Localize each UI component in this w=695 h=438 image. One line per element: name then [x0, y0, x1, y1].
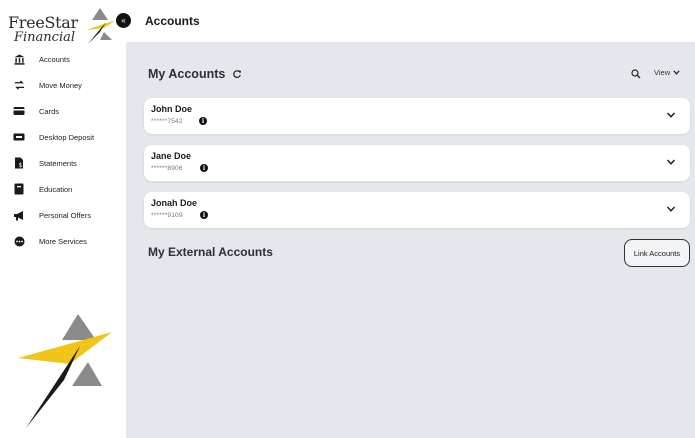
- logo-star-icon: [86, 8, 116, 44]
- sidebar-item-accounts[interactable]: Accounts: [0, 48, 126, 70]
- account-card[interactable]: Jane Doe ******8906 i: [144, 145, 690, 181]
- sidebar-item-label: Accounts: [39, 54, 70, 64]
- sidebar-item-label: Statements: [39, 158, 77, 168]
- account-number: ******8906: [151, 165, 183, 172]
- link-accounts-button[interactable]: Link Accounts: [624, 239, 690, 267]
- more-icon: [13, 235, 25, 247]
- statements-icon: $: [13, 157, 25, 169]
- sidebar: FreeStar Financial « Accounts Move Money: [0, 0, 131, 438]
- sidebar-item-label: Personal Offers: [39, 210, 91, 220]
- search-icon[interactable]: [631, 69, 641, 79]
- view-label: View: [654, 68, 671, 77]
- chevron-down-icon: [673, 70, 680, 75]
- my-accounts-heading: My Accounts: [148, 67, 226, 81]
- brand-star-graphic: [18, 314, 112, 428]
- account-card[interactable]: John Doe ******7542 i: [144, 98, 690, 134]
- collapse-sidebar-button[interactable]: «: [116, 13, 131, 28]
- card-icon: [13, 105, 25, 117]
- info-icon[interactable]: i: [200, 164, 208, 172]
- svg-text:$: $: [18, 162, 22, 169]
- account-holder-name: John Doe: [151, 104, 193, 114]
- sidebar-item-label: Desktop Deposit: [39, 132, 95, 142]
- chevron-down-icon[interactable]: [666, 158, 676, 166]
- info-icon[interactable]: i: [200, 211, 208, 219]
- sidebar-item-desktop-deposit[interactable]: Desktop Deposit: [0, 126, 126, 148]
- sidebar-item-label: Move Money: [39, 80, 82, 90]
- transfer-icon: [13, 79, 25, 91]
- info-icon[interactable]: i: [199, 117, 207, 125]
- page-title: Accounts: [145, 14, 200, 28]
- refresh-icon[interactable]: [232, 69, 242, 79]
- account-holder-name: Jonah Doe: [151, 198, 198, 208]
- sidebar-item-cards[interactable]: Cards: [0, 100, 126, 122]
- sidebar-item-label: Cards: [39, 106, 60, 116]
- account-card[interactable]: Jonah Doe ******9109 i: [144, 192, 690, 228]
- account-number: ******7542: [151, 118, 183, 125]
- megaphone-icon: [13, 209, 25, 221]
- account-holder-name: Jane Doe: [151, 151, 192, 161]
- sidebar-item-label: More Services: [39, 236, 87, 246]
- deposit-icon: [13, 131, 25, 143]
- logo-text-financial: Financial: [14, 30, 76, 45]
- sidebar-item-move-money[interactable]: Move Money: [0, 74, 126, 96]
- chevron-down-icon[interactable]: [666, 111, 676, 119]
- sidebar-item-statements[interactable]: $ Statements: [0, 152, 126, 174]
- external-accounts-heading: My External Accounts: [148, 245, 273, 259]
- sidebar-item-more-services[interactable]: More Services: [0, 230, 126, 252]
- top-header: Accounts: [126, 0, 695, 42]
- view-dropdown[interactable]: View: [654, 68, 680, 77]
- main-content: My Accounts View John Doe ******7542 i J…: [126, 42, 695, 438]
- chevron-down-icon[interactable]: [666, 205, 676, 213]
- sidebar-item-label: Education: [39, 184, 73, 194]
- account-number: ******9109: [151, 212, 183, 219]
- sidebar-item-personal-offers[interactable]: Personal Offers: [0, 204, 126, 226]
- bank-icon: [13, 53, 25, 65]
- sidebar-item-education[interactable]: Education: [0, 178, 126, 200]
- education-icon: [13, 183, 25, 195]
- freestar-logo[interactable]: FreeStar Financial: [8, 6, 116, 46]
